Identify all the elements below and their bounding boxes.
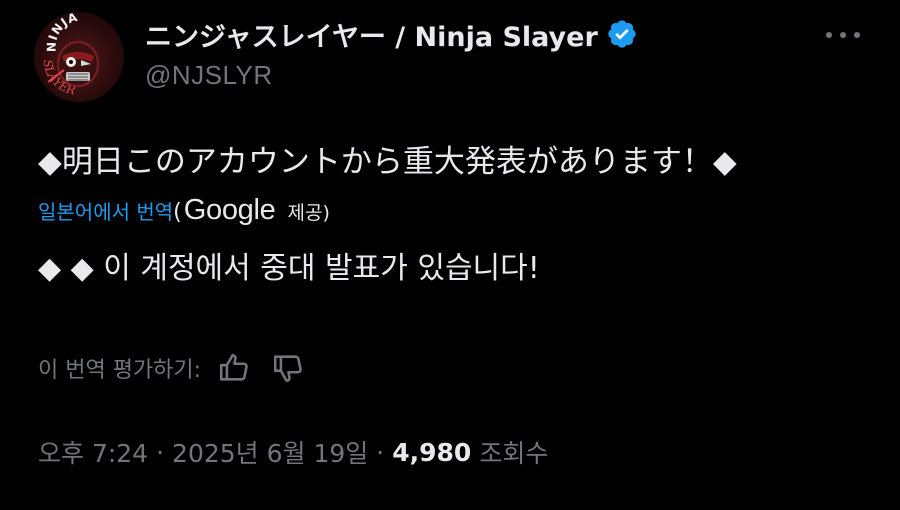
rate-translation-row: 이 번역 평가하기:: [38, 348, 305, 388]
more-options-button[interactable]: [826, 28, 860, 42]
tweet: NINJA SLAYER ニンジャスレイヤー / Ninja Slayer @N…: [0, 0, 900, 510]
views-label: 조회수: [479, 439, 549, 468]
provided-label: 제공): [287, 202, 330, 224]
translation-attribution: 일본어에서 번역 ( Google 제공): [38, 194, 330, 227]
verified-badge-icon[interactable]: [606, 18, 638, 50]
tweet-date[interactable]: 2025년 6월 19일: [172, 434, 368, 470]
tweet-time[interactable]: 오후 7:24: [38, 434, 148, 470]
translated-from-link[interactable]: 일본어에서 번역: [38, 196, 173, 225]
views-count: 4,980: [392, 437, 472, 467]
separator: ·: [376, 437, 385, 467]
thumbs-down-icon[interactable]: [271, 351, 305, 385]
author-block: ニンジャスレイヤー / Ninja Slayer @NJSLYR: [145, 14, 638, 91]
tweet-original-text: ◆明日このアカウントから重大発表があります！◆: [38, 144, 737, 180]
display-name[interactable]: ニンジャスレイヤー / Ninja Slayer: [145, 15, 598, 54]
google-logo-text: Google: [183, 194, 276, 226]
avatar[interactable]: NINJA SLAYER: [34, 12, 124, 102]
thumbs-up-icon[interactable]: [217, 351, 251, 385]
dot-icon: [854, 32, 860, 38]
paren-open: (: [173, 200, 182, 225]
dot-icon: [840, 32, 846, 38]
rate-translation-label: 이 번역 평가하기:: [38, 358, 202, 383]
dot-icon: [826, 32, 832, 38]
handle[interactable]: @NJSLYR: [145, 60, 638, 91]
separator: ·: [156, 437, 165, 467]
tweet-meta: 오후 7:24 · 2025년 6월 19일 · 4,980 조회수: [38, 432, 548, 472]
name-row: ニンジャスレイヤー / Ninja Slayer: [145, 14, 638, 54]
tweet-translated-text: ◆ ◆ 이 계정에서 중대 발표가 있습니다!: [38, 251, 540, 286]
ninja-logo-icon: NINJA SLAYER: [41, 12, 99, 98]
